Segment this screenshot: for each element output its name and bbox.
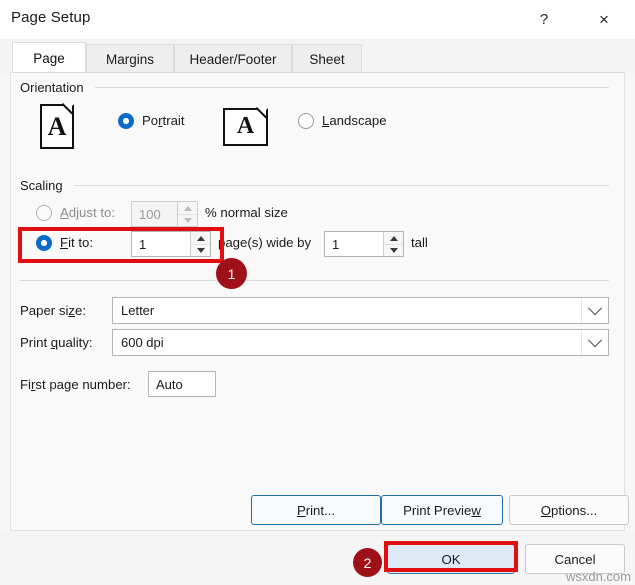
label-adjust-to-text: Adjust to: [60, 205, 115, 220]
adjust-to-spinner[interactable]: 100 [131, 201, 198, 227]
chevron-down-icon[interactable] [581, 298, 608, 323]
label-landscape: Landscape [322, 113, 387, 128]
fit-to-wide-spinner-buttons[interactable] [190, 232, 210, 256]
print-button[interactable]: Print... [251, 495, 381, 525]
fit-to-tall-spinner-down[interactable] [384, 244, 403, 256]
label-percent-normal-size: % normal size [205, 205, 288, 220]
adjust-to-spinner-down[interactable] [178, 214, 197, 226]
fit-to-pages-wide-spinner[interactable]: 1 [131, 231, 211, 257]
radio-fit-to[interactable] [36, 235, 52, 251]
options-button[interactable]: Options... [509, 495, 629, 525]
radio-portrait[interactable] [118, 113, 134, 129]
label-fit-to-text: Fit to: [60, 235, 93, 250]
adjust-to-spinner-buttons[interactable] [177, 202, 197, 226]
orientation-group-label: Orientation [20, 80, 84, 95]
label-paper-size: Paper size: [20, 303, 86, 318]
label-portrait: Portrait [142, 113, 185, 128]
dialog-footer: OK Cancel wsxdn.com [0, 531, 635, 585]
print-preview-button[interactable]: Print Previe w [381, 495, 503, 525]
scaling-group-divider [74, 185, 609, 186]
adjust-to-value: 100 [139, 206, 161, 222]
label-adjust-to: Adjust to: [60, 205, 115, 220]
chevron-down-icon[interactable] [581, 330, 608, 355]
radio-adjust-to[interactable] [36, 205, 52, 221]
close-icon[interactable]: × [581, 0, 627, 39]
fit-to-wide-spinner-down[interactable] [191, 244, 210, 256]
label-landscape-text: Landscape [322, 113, 387, 128]
page-tab-panel: Orientation A Portrait A Landscape Scali… [10, 72, 629, 531]
portrait-icon-letter: A [47, 112, 67, 141]
label-fit-to: Fit to: [60, 235, 93, 250]
paper-size-value: Letter [121, 303, 155, 318]
orientation-group-divider [95, 87, 609, 88]
tab-header-footer[interactable]: Header/Footer [174, 44, 292, 73]
label-pages-wide-by: page(s) wide by [218, 235, 312, 250]
ok-button[interactable]: OK [387, 544, 515, 574]
first-page-number-input[interactable]: Auto [148, 371, 216, 397]
fit-to-pages-wide-value: 1 [139, 236, 147, 252]
label-tall: tall [411, 235, 428, 250]
tab-strip: Page Margins Header/Footer Sheet [0, 39, 635, 73]
label-print-quality: Print quality: [20, 335, 93, 350]
scaling-group-label: Scaling [20, 178, 63, 193]
annotation-badge-2: 2 [353, 548, 382, 577]
paper-size-combobox[interactable]: Letter [112, 297, 609, 324]
watermark: wsxdn.com [565, 569, 631, 584]
tab-page[interactable]: Page [12, 42, 86, 73]
title-bar: Page Setup ? × [0, 0, 635, 39]
label-first-page-number: First page number: [20, 377, 131, 392]
print-quality-combobox[interactable]: 600 dpi [112, 329, 609, 356]
annotation-badge-1: 1 [216, 258, 247, 289]
label-portrait-text: Portrait [142, 113, 185, 128]
tab-margins[interactable]: Margins [86, 44, 174, 73]
fit-to-pages-tall-value: 1 [332, 236, 340, 252]
fit-to-pages-tall-spinner[interactable]: 1 [324, 231, 404, 257]
section-divider [20, 280, 609, 281]
help-icon[interactable]: ? [521, 0, 567, 39]
page-setup-dialog: Page Setup ? × Page Margins Header/Foote… [0, 0, 635, 585]
landscape-icon-letter: A [236, 113, 255, 139]
landscape-page-icon: A [223, 107, 268, 146]
print-quality-value: 600 dpi [121, 335, 164, 350]
tab-sheet[interactable]: Sheet [292, 44, 362, 73]
fit-to-tall-spinner-buttons[interactable] [383, 232, 403, 256]
portrait-page-icon: A [40, 103, 74, 149]
window-title: Page Setup [11, 9, 91, 26]
radio-landscape[interactable] [298, 113, 314, 129]
